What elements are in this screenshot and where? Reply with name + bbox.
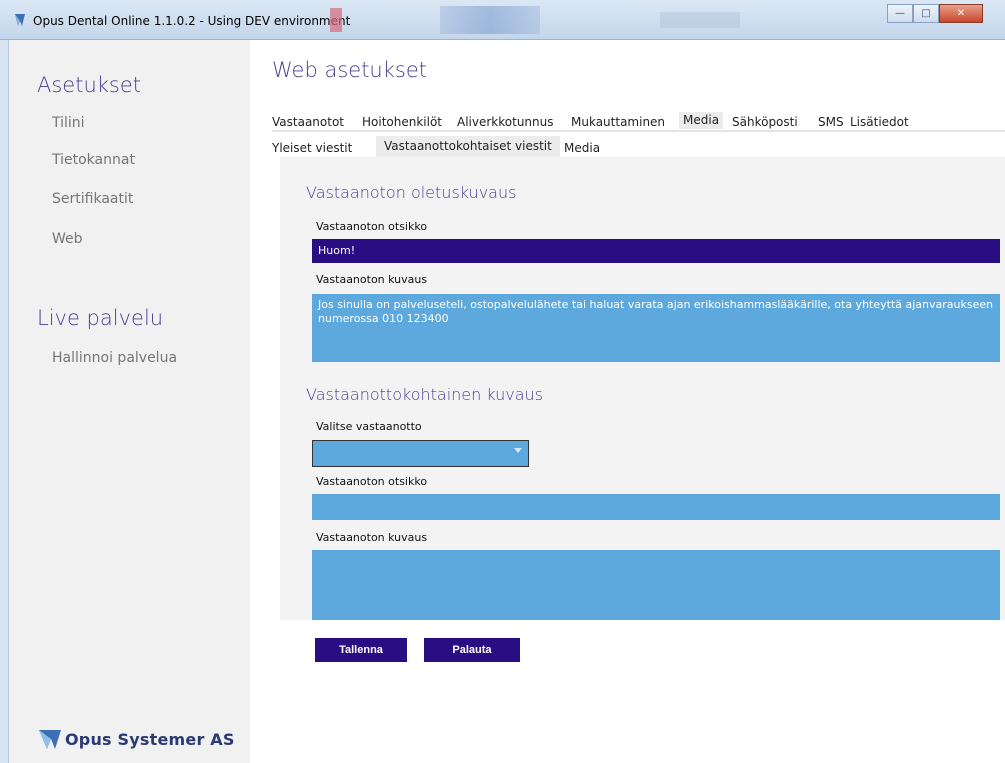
default-title-label: Vastaanoton otsikko [316,220,428,233]
select-clinic-dropdown[interactable] [312,440,529,467]
tab-mukauttaminen[interactable]: Mukauttaminen [571,115,665,129]
subtab-vastaanottokohtaiset-viestit[interactable]: Vastaanottokohtaiset viestit [376,136,560,157]
reset-button[interactable]: Palauta [424,638,520,662]
subtab-media[interactable]: Media [564,141,600,155]
select-clinic-label: Valitse vastaanotto [316,420,422,433]
title-bar-decoration [660,12,740,28]
logo-text: Opus Systemer AS [65,729,235,749]
sidebar: Asetukset Tilini Tietokannat Sertifikaat… [9,40,250,763]
default-title-input[interactable]: Huom! [312,239,1000,263]
app-logo-icon [15,14,25,26]
tab-sahkoposti[interactable]: Sähköposti [732,115,798,129]
window-border [0,40,9,763]
sidebar-item-web[interactable]: Web [52,231,83,247]
specific-description-label: Vastaanoton kuvaus [316,531,428,544]
tab-lisatiedot[interactable]: Lisätiedot [850,115,909,129]
subtab-yleiset-viestit[interactable]: Yleiset viestit [272,141,352,155]
save-button[interactable]: Tallenna [315,638,407,662]
tab-vastaanotot[interactable]: Vastaanotot [272,115,344,129]
sidebar-item-tilini[interactable]: Tilini [52,115,85,131]
sidebar-section-live: Live palvelu [37,306,164,330]
sub-tabs: Yleiset viestit Vastaanottokohtaiset vie… [272,135,1005,157]
specific-description-textarea[interactable] [312,550,1000,620]
tab-hoitohenkilot[interactable]: Hoitohenkilöt [362,115,442,129]
sidebar-item-sertifikaatit[interactable]: Sertifikaatit [52,191,133,207]
maximize-icon[interactable]: □ [913,4,939,23]
default-description-label: Vastaanoton kuvaus [316,273,428,286]
specific-title-label: Vastaanoton otsikko [316,475,428,488]
default-description-textarea[interactable]: Jos sinulla on palveluseteli, ostopalvel… [312,294,1000,362]
specific-title-input[interactable] [312,494,1000,520]
close-icon[interactable]: ✕ [939,4,983,23]
window-controls: — □ ✕ [887,4,983,26]
minimize-icon[interactable]: — [887,4,913,23]
title-bar-decoration [440,6,540,34]
sidebar-section-settings: Asetukset [37,73,142,97]
window-title: Opus Dental Online 1.1.0.2 - Using DEV e… [33,14,351,28]
chevron-down-icon [514,448,522,453]
sidebar-item-tietokannat[interactable]: Tietokannat [52,152,135,168]
sidebar-item-hallinnoi[interactable]: Hallinnoi palvelua [52,350,177,366]
content-panel: Vastaanoton oletuskuvaus Vastaanoton ots… [280,157,1005,620]
title-bar-decoration [330,8,342,32]
default-description-heading: Vastaanoton oletuskuvaus [306,183,517,202]
tab-media[interactable]: Media [679,112,724,129]
tab-sms[interactable]: SMS [818,115,844,129]
page-title: Web asetukset [272,58,427,82]
specific-description-heading: Vastaanottokohtainen kuvaus [306,385,544,404]
tab-aliverkkotunnus[interactable]: Aliverkkotunnus [457,115,554,129]
window-title-bar: Opus Dental Online 1.1.0.2 - Using DEV e… [0,0,1005,40]
company-logo: Opus Systemer AS [37,728,235,750]
opus-logo-icon [39,730,61,749]
main-tabs: Vastaanotot Hoitohenkilöt Aliverkkotunnu… [272,108,1005,132]
